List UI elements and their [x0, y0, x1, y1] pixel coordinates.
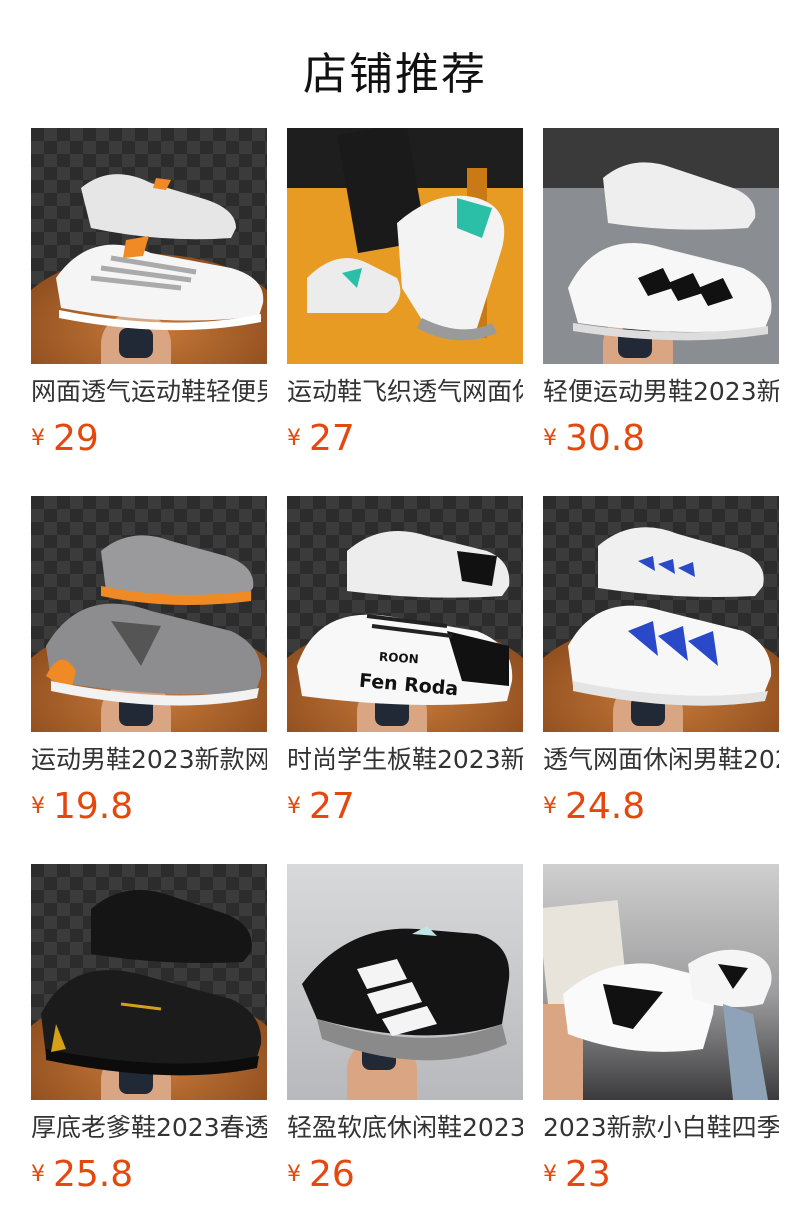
product-name[interactable]: 时尚学生板鞋2023新款	[287, 744, 523, 776]
price-value: 27	[309, 418, 355, 459]
white-sneaker-black-stripes-image	[568, 162, 772, 341]
currency-symbol: ¥	[31, 426, 45, 451]
product-name[interactable]: 透气网面休闲男鞋2023	[543, 744, 779, 776]
product-price: ¥19.8	[31, 786, 267, 827]
currency-symbol: ¥	[287, 794, 301, 819]
price-value: 25.8	[53, 1154, 134, 1195]
price-value: 26	[309, 1154, 355, 1195]
page-header: 店铺推荐	[0, 0, 790, 128]
product-image[interactable]	[31, 128, 267, 364]
grey-orange-sneaker-image	[46, 535, 262, 706]
product-price: ¥27	[287, 418, 523, 459]
product-name[interactable]: 轻便运动男鞋2023新款	[543, 376, 779, 408]
product-image[interactable]	[543, 128, 779, 364]
product-image[interactable]: ROON Fen Roda	[287, 496, 523, 732]
product-name[interactable]: 2023新款小白鞋四季	[543, 1112, 779, 1144]
product-image[interactable]	[287, 864, 523, 1100]
price-value: 19.8	[53, 786, 134, 827]
product-price: ¥27	[287, 786, 523, 827]
product-image[interactable]	[287, 128, 523, 364]
product-card[interactable]: 轻便运动男鞋2023新款 ¥30.8	[543, 128, 779, 459]
currency-symbol: ¥	[31, 1162, 45, 1187]
product-card[interactable]: 2023新款小白鞋四季 ¥23	[543, 864, 779, 1195]
product-name[interactable]: 运动鞋飞织透气网面休闲鞋	[287, 376, 523, 408]
product-name[interactable]: 轻盈软底休闲鞋2023	[287, 1112, 523, 1144]
product-price: ¥25.8	[31, 1154, 267, 1195]
product-price: ¥26	[287, 1154, 523, 1195]
price-value: 23	[565, 1154, 611, 1195]
product-price: ¥24.8	[543, 786, 779, 827]
product-price: ¥29	[31, 418, 267, 459]
product-name[interactable]: 网面透气运动鞋轻便男鞋	[31, 376, 267, 408]
price-value: 24.8	[565, 786, 646, 827]
product-price: ¥30.8	[543, 418, 779, 459]
product-card[interactable]: 透气网面休闲男鞋2023 ¥24.8	[543, 496, 779, 827]
product-card[interactable]: 轻盈软底休闲鞋2023 ¥26	[287, 864, 523, 1195]
currency-symbol: ¥	[543, 1162, 557, 1187]
page-title: 店铺推荐	[303, 49, 487, 100]
white-blue-stripe-sneaker-image	[568, 527, 772, 706]
price-value: 29	[53, 418, 99, 459]
product-card[interactable]: 网面透气运动鞋轻便男鞋 ¥29	[31, 128, 267, 459]
product-name[interactable]: 运动男鞋2023新款网面	[31, 744, 267, 776]
currency-symbol: ¥	[543, 794, 557, 819]
product-card[interactable]: 厚底老爹鞋2023春透气 ¥25.8	[31, 864, 267, 1195]
currency-symbol: ¥	[31, 794, 45, 819]
white-board-shoe-image	[563, 949, 772, 1100]
product-image[interactable]	[31, 496, 267, 732]
currency-symbol: ¥	[287, 426, 301, 451]
white-black-board-shoe-image	[297, 531, 513, 705]
currency-symbol: ¥	[287, 1162, 301, 1187]
price-value: 30.8	[565, 418, 646, 459]
price-value: 27	[309, 786, 355, 827]
product-image[interactable]	[543, 496, 779, 732]
product-name[interactable]: 厚底老爹鞋2023春透气	[31, 1112, 267, 1144]
black-white-stripe-sneaker-image	[302, 926, 510, 1061]
product-card[interactable]: 运动男鞋2023新款网面 ¥19.8	[31, 496, 267, 827]
product-image[interactable]	[543, 864, 779, 1100]
product-price: ¥23	[543, 1154, 779, 1195]
product-image[interactable]	[31, 864, 267, 1100]
currency-symbol: ¥	[543, 426, 557, 451]
black-dad-shoe-image	[41, 889, 262, 1076]
white-sneaker-teal-accent-image	[307, 195, 505, 341]
shoe-tag-text: ROON	[378, 649, 420, 667]
white-sneaker-orange-accent-image	[56, 174, 264, 331]
product-card[interactable]: ROON Fen Roda 时尚学生板鞋2023新款 ¥27	[287, 496, 523, 827]
product-card[interactable]: 运动鞋飞织透气网面休闲鞋 ¥27	[287, 128, 523, 459]
